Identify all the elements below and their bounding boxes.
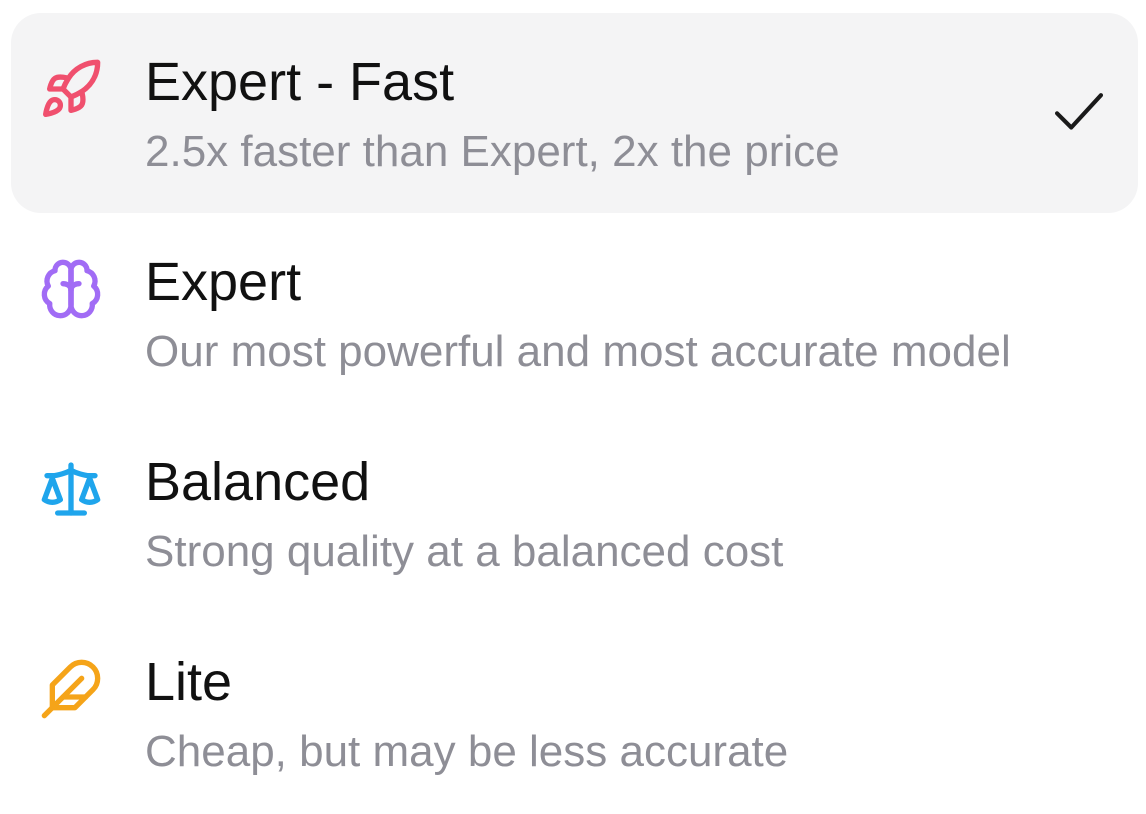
model-selector-menu: Expert - Fast 2.5x faster than Expert, 2… (0, 0, 1146, 814)
option-title: Expert (145, 252, 302, 312)
option-description: Cheap, but may be less accurate (145, 727, 789, 776)
option-balanced[interactable]: Balanced Strong quality at a balanced co… (11, 413, 1138, 613)
check-icon (1048, 81, 1110, 143)
option-title: Balanced (145, 452, 371, 512)
option-title: Lite (145, 652, 233, 712)
option-expert[interactable]: Expert Our most powerful and most accura… (11, 213, 1138, 413)
scale-icon (39, 457, 103, 521)
option-expert-fast[interactable]: Expert - Fast 2.5x faster than Expert, 2… (11, 13, 1138, 213)
feather-icon (39, 657, 103, 721)
option-description: 2.5x faster than Expert, 2x the price (145, 127, 840, 176)
option-lite[interactable]: Lite Cheap, but may be less accurate (11, 613, 1138, 813)
option-description: Strong quality at a balanced cost (145, 527, 784, 576)
option-title: Expert - Fast (145, 52, 455, 112)
rocket-icon (39, 57, 103, 121)
option-description: Our most powerful and most accurate mode… (145, 327, 1011, 376)
brain-icon (39, 257, 103, 321)
